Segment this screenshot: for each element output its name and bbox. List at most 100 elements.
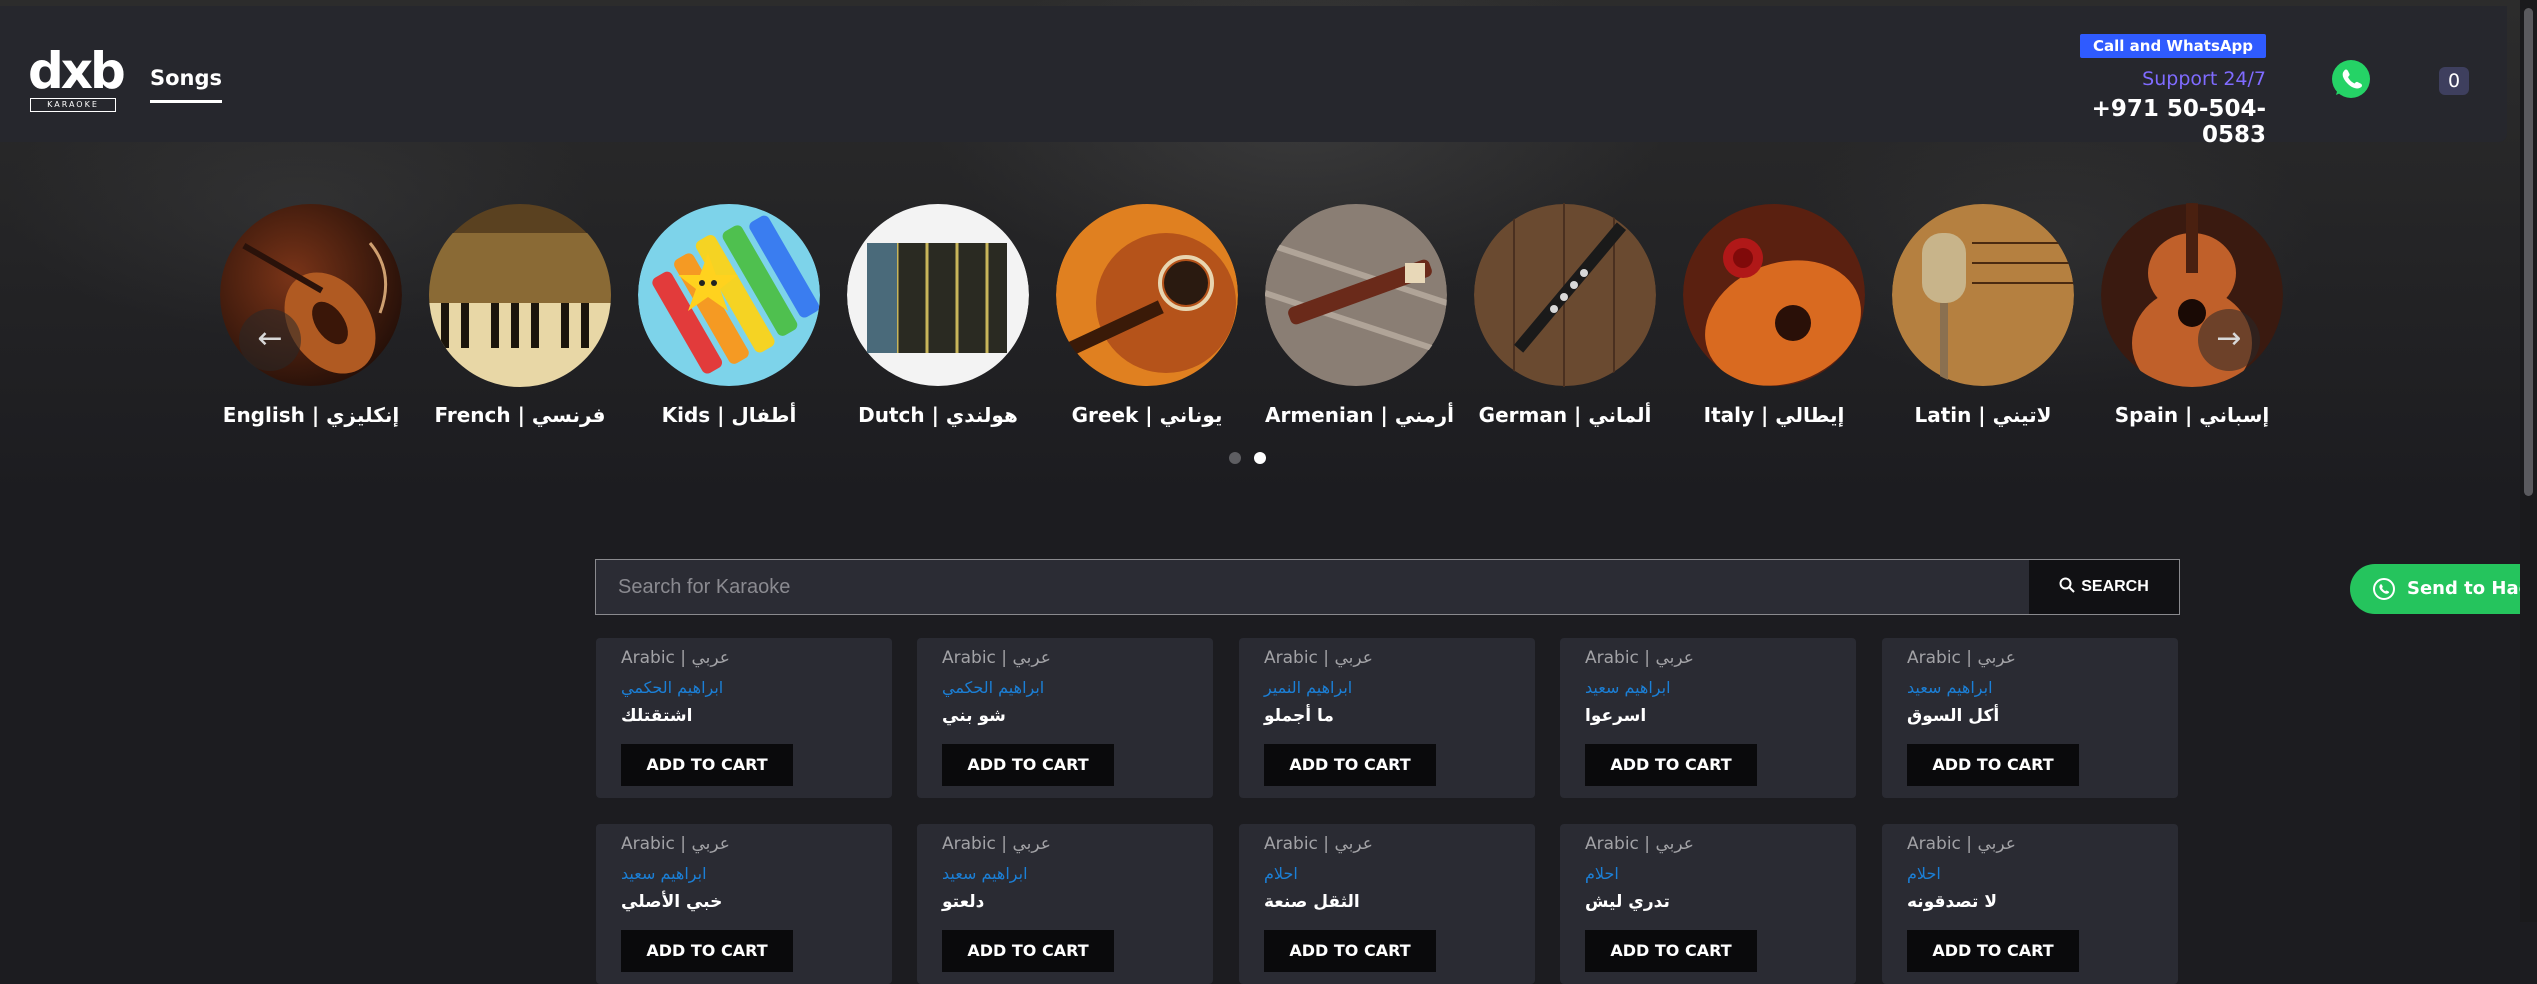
call-whatsapp-badge: Call and WhatsApp (2080, 34, 2266, 58)
song-title: تدري ليش (1585, 892, 1670, 912)
support-text: Support 24/7 (2142, 68, 2266, 90)
song-card: Arabic | عربي ابراهيم سعيد خبي الأصلي AD… (596, 824, 892, 984)
category-latin[interactable]: Latin | لاتيني (1892, 203, 2074, 427)
song-artist-link[interactable]: ابراهيم سعيد (942, 864, 1028, 883)
piano-image (429, 204, 611, 387)
category-label: Spain | إسباني (2114, 403, 2270, 427)
song-title: اسرعوا (1585, 706, 1647, 726)
arrow-left-icon: ← (257, 321, 283, 356)
add-to-cart-button[interactable]: ADD TO CART (1264, 930, 1436, 972)
phone-number[interactable]: +971 50-504-0583 (2040, 96, 2266, 148)
search-input[interactable] (596, 560, 2048, 614)
category-label: German | ألماني (1478, 403, 1652, 427)
add-to-cart-button[interactable]: ADD TO CART (621, 744, 793, 786)
add-to-cart-button[interactable]: ADD TO CART (1585, 744, 1757, 786)
song-artist-link[interactable]: احلام (1264, 864, 1298, 883)
song-artist-link[interactable]: ابراهيم سعيد (1585, 678, 1671, 697)
song-card: Arabic | عربي ابراهيم سعيد اسرعوا ADD TO… (1560, 638, 1856, 798)
bouzouki-image (1056, 204, 1238, 386)
category-carousel: English | إنكليزي French | فرنسي Kids | … (220, 203, 2320, 433)
song-card: Arabic | عربي احلام تدري ليش ADD TO CART (1560, 824, 1856, 984)
category-label: Kids | أطفال (661, 403, 797, 427)
site-header: dxb KARAOKE Songs Call and WhatsApp Supp… (0, 6, 2507, 148)
guitar-rose-image (1683, 204, 1865, 386)
search-button[interactable]: SEARCH (2029, 560, 2179, 614)
whatsapp-icon[interactable] (2330, 58, 2372, 100)
song-card: Arabic | عربي ابراهيم سعيد أكل السوق ADD… (1882, 638, 2178, 798)
category-kids[interactable]: Kids | أطفال (638, 203, 820, 427)
song-artist-link[interactable]: ابراهيم النمير (1264, 678, 1352, 697)
carousel-dot-1[interactable] (1229, 452, 1241, 464)
song-language: Arabic | عربي (1585, 648, 1694, 668)
category-label: Dutch | هولندي (858, 403, 1018, 427)
site-logo[interactable]: dxb KARAOKE (28, 42, 126, 112)
send-whatsapp-label: Send to Hadi (2407, 578, 2537, 599)
cart-count-badge[interactable]: 0 (2439, 67, 2469, 95)
category-german[interactable]: German | ألماني (1474, 203, 1656, 427)
guitar-image (2101, 203, 2283, 398)
song-title: أكل السوق (1907, 706, 2000, 726)
add-to-cart-button[interactable]: ADD TO CART (942, 744, 1114, 786)
scrollbar-thumb[interactable] (2524, 8, 2533, 496)
song-artist-link[interactable]: ابراهيم الحكمي (942, 678, 1044, 697)
category-label: Armenian | أرمني (1265, 403, 1454, 427)
category-greek[interactable]: Greek | يوناني (1056, 203, 1238, 427)
song-artist-link[interactable]: احلام (1907, 864, 1941, 883)
page-scrollbar[interactable] (2520, 0, 2537, 922)
add-to-cart-button[interactable]: ADD TO CART (1264, 744, 1436, 786)
duduk-image (1264, 204, 1448, 386)
add-to-cart-button[interactable]: ADD TO CART (1907, 930, 2079, 972)
category-italy[interactable]: Italy | إيطالي (1683, 203, 1865, 427)
song-artist-link[interactable]: احلام (1585, 864, 1619, 883)
song-language: Arabic | عربي (1907, 834, 2016, 854)
song-language: Arabic | عربي (1264, 648, 1373, 668)
song-title: خبي الأصلي (621, 892, 723, 912)
add-to-cart-button[interactable]: ADD TO CART (1585, 930, 1757, 972)
song-language: Arabic | عربي (1264, 834, 1373, 854)
send-whatsapp-button[interactable]: Send to Hadi (2350, 564, 2537, 614)
song-card: Arabic | عربي ابراهيم النمير ما أجملو AD… (1239, 638, 1535, 798)
search-button-label: SEARCH (2081, 578, 2149, 595)
category-label: Italy | إيطالي (1703, 403, 1845, 427)
song-artist-link[interactable]: ابراهيم سعيد (621, 864, 707, 883)
song-card: Arabic | عربي ابراهيم الحكمي شو بني ADD … (917, 638, 1213, 798)
category-french[interactable]: French | فرنسي (429, 203, 611, 427)
carousel-pagination (1229, 449, 1279, 468)
song-language: Arabic | عربي (621, 648, 730, 668)
microphone-image (1892, 204, 2074, 387)
logo-subtext: KARAOKE (30, 98, 116, 112)
song-card: Arabic | عربي احلام لا تصدقونه ADD TO CA… (1882, 824, 2178, 984)
category-label: French | فرنسي (434, 403, 606, 427)
carousel-dot-2[interactable] (1254, 452, 1266, 464)
song-title: ما أجملو (1264, 706, 1334, 726)
song-language: Arabic | عربي (942, 648, 1051, 668)
song-language: Arabic | عربي (1907, 648, 2016, 668)
song-title: الثقل صنعة (1264, 892, 1360, 912)
song-title: دلعتو (942, 892, 985, 912)
category-label: Latin | لاتيني (1914, 403, 2052, 427)
category-armenian[interactable]: Armenian | أرمني (1264, 203, 1454, 427)
xylophone-image (638, 204, 820, 386)
search-icon (2059, 577, 2075, 593)
song-title: اشتقتلك (621, 706, 693, 726)
arrow-right-icon: → (2216, 321, 2242, 356)
song-title: شو بني (942, 706, 1006, 726)
add-to-cart-button[interactable]: ADD TO CART (942, 930, 1114, 972)
song-card: Arabic | عربي احلام الثقل صنعة ADD TO CA… (1239, 824, 1535, 984)
song-language: Arabic | عربي (621, 834, 730, 854)
category-english[interactable]: English | إنكليزي (220, 203, 402, 427)
carousel-prev-button[interactable]: ← (239, 309, 301, 371)
category-spain[interactable]: Spain | إسباني (2101, 203, 2283, 427)
song-card: Arabic | عربي ابراهيم الحكمي اشتقتلك ADD… (596, 638, 892, 798)
nav-songs-link[interactable]: Songs (150, 66, 223, 103)
song-artist-link[interactable]: ابراهيم سعيد (1907, 678, 1993, 697)
category-label: English | إنكليزي (222, 403, 400, 427)
add-to-cart-button[interactable]: ADD TO CART (1907, 744, 2079, 786)
song-artist-link[interactable]: ابراهيم الحكمي (621, 678, 723, 697)
category-label: Greek | يوناني (1071, 403, 1223, 427)
carousel-next-button[interactable]: → (2198, 309, 2260, 371)
add-to-cart-button[interactable]: ADD TO CART (621, 930, 793, 972)
song-language: Arabic | عربي (1585, 834, 1694, 854)
category-dutch[interactable]: Dutch | هولندي (847, 203, 1029, 427)
search-bar: SEARCH (595, 559, 2180, 615)
